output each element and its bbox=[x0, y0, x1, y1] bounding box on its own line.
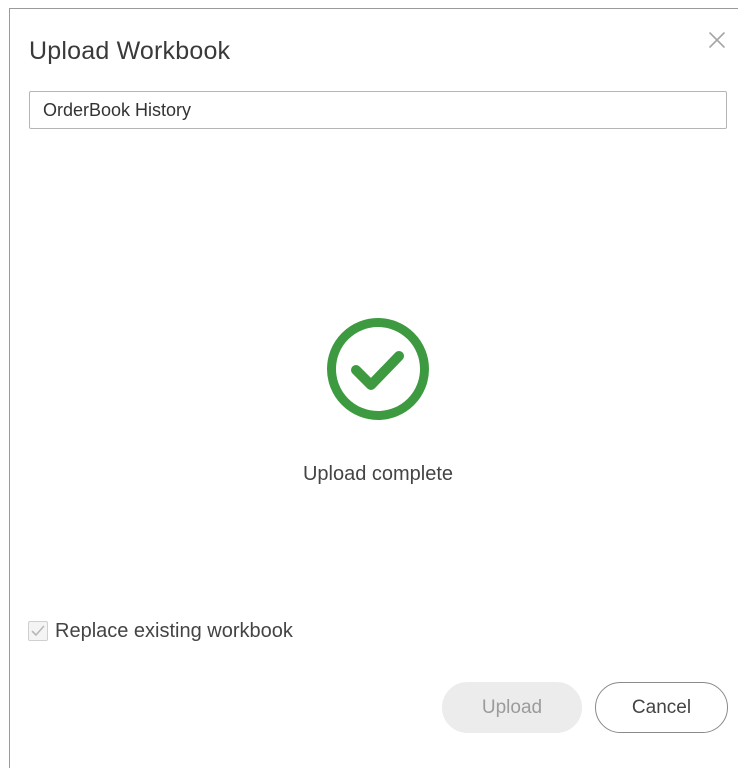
dialog-title: Upload Workbook bbox=[29, 37, 231, 65]
replace-existing-option[interactable]: Replace existing workbook bbox=[28, 619, 293, 643]
close-button[interactable] bbox=[706, 29, 728, 51]
checkmark-icon bbox=[31, 625, 45, 636]
upload-button[interactable]: Upload bbox=[442, 682, 582, 733]
upload-success-indicator bbox=[326, 317, 430, 421]
replace-existing-checkbox[interactable] bbox=[28, 621, 48, 641]
workbook-name-input[interactable] bbox=[29, 91, 727, 129]
cancel-button[interactable]: Cancel bbox=[595, 682, 728, 733]
upload-status-text: Upload complete bbox=[302, 463, 454, 485]
close-icon bbox=[709, 32, 725, 48]
check-circle-icon bbox=[327, 318, 429, 420]
replace-existing-label: Replace existing workbook bbox=[55, 619, 293, 642]
